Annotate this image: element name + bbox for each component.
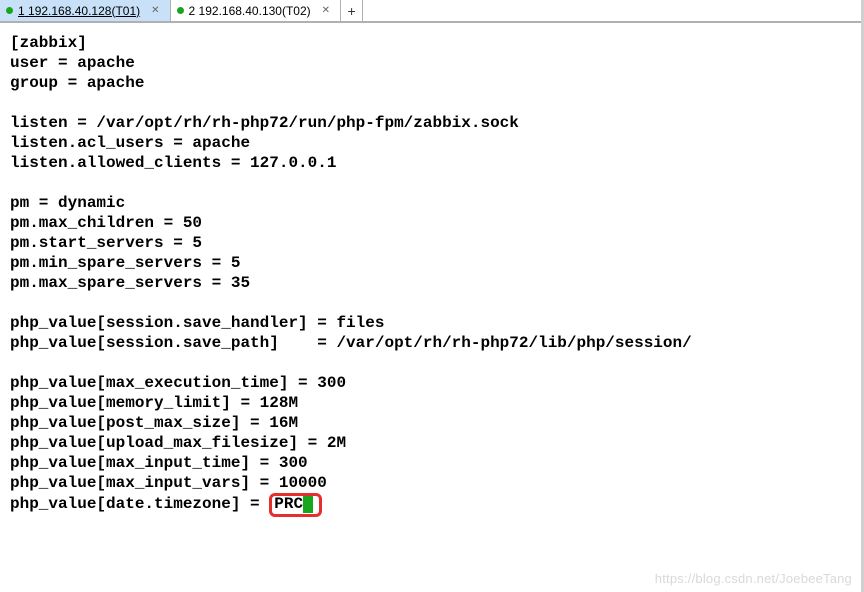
timezone-value: PRC	[274, 495, 303, 513]
terminal-line	[10, 293, 854, 313]
terminal-line: listen.acl_users = apache	[10, 133, 854, 153]
status-dot-icon	[6, 7, 13, 14]
terminal-line: pm.min_spare_servers = 5	[10, 253, 854, 273]
terminal-line: php_value[post_max_size] = 16M	[10, 413, 854, 433]
terminal-line: user = apache	[10, 53, 854, 73]
cursor-icon	[303, 496, 313, 513]
status-dot-icon	[177, 7, 184, 14]
tab-bar: 1 192.168.40.128(T01) ✕ 2 192.168.40.130…	[0, 0, 864, 22]
terminal-line: php_value[upload_max_filesize] = 2M	[10, 433, 854, 453]
terminal-line: php_value[max_execution_time] = 300	[10, 373, 854, 393]
terminal-line	[10, 93, 854, 113]
terminal-line: [zabbix]	[10, 33, 854, 53]
terminal-line: pm = dynamic	[10, 193, 854, 213]
terminal-line	[10, 173, 854, 193]
add-tab-button[interactable]: +	[341, 0, 363, 21]
terminal-content[interactable]: [zabbix]user = apachegroup = apache list…	[0, 23, 864, 527]
close-icon[interactable]: ✕	[149, 5, 161, 16]
terminal-line: php_value[max_input_time] = 300	[10, 453, 854, 473]
terminal-line: php_value[memory_limit] = 128M	[10, 393, 854, 413]
config-key: php_value[date.timezone] =	[10, 495, 269, 513]
terminal-line: pm.start_servers = 5	[10, 233, 854, 253]
highlighted-value: PRC	[269, 493, 322, 517]
terminal-line: php_value[session.save_handler] = files	[10, 313, 854, 333]
terminal-line: php_value[max_input_vars] = 10000	[10, 473, 854, 493]
terminal-line	[10, 353, 854, 373]
tab-t01[interactable]: 1 192.168.40.128(T01) ✕	[0, 0, 171, 21]
terminal-line: group = apache	[10, 73, 854, 93]
terminal-line: php_value[session.save_path] = /var/opt/…	[10, 333, 854, 353]
terminal-line: pm.max_spare_servers = 35	[10, 273, 854, 293]
tab-label: 2 192.168.40.130(T02)	[189, 4, 311, 18]
tab-label: 1 192.168.40.128(T01)	[18, 4, 140, 18]
tab-t02[interactable]: 2 192.168.40.130(T02) ✕	[171, 0, 342, 21]
terminal-line: php_value[date.timezone] = PRC	[10, 493, 854, 517]
close-icon[interactable]: ✕	[320, 5, 332, 16]
terminal-line: listen = /var/opt/rh/rh-php72/run/php-fp…	[10, 113, 854, 133]
terminal-line: listen.allowed_clients = 127.0.0.1	[10, 153, 854, 173]
watermark: https://blog.csdn.net/JoebeeTang	[655, 571, 852, 586]
terminal-line: pm.max_children = 50	[10, 213, 854, 233]
